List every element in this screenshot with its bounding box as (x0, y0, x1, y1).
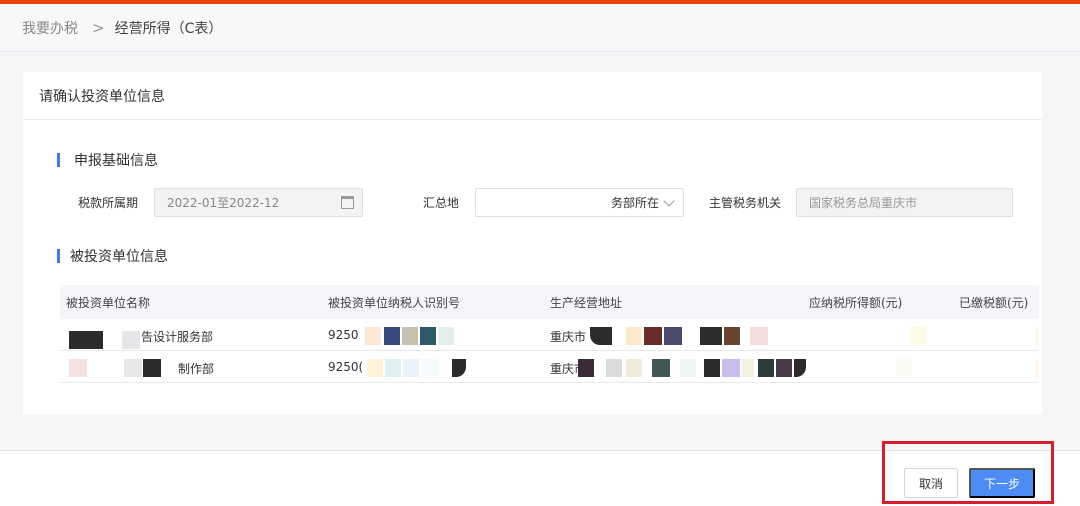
basic-info-section-title: 申报基础信息 (57, 150, 158, 170)
redaction-block (420, 327, 436, 345)
redaction-block (704, 359, 720, 377)
redaction-block (365, 327, 381, 345)
invest-info-section-title: 被投资单位信息 (57, 246, 168, 266)
period-label: 税款所属期 (78, 196, 139, 210)
section-bar-icon (57, 153, 60, 167)
redaction-block (143, 359, 161, 377)
row-tax-id: 9250 (328, 328, 359, 342)
redaction-block (578, 359, 594, 377)
calendar-icon (341, 196, 354, 209)
redaction-block (722, 359, 740, 377)
redaction-block (452, 359, 466, 377)
redaction-block (664, 327, 682, 345)
redaction-block (590, 327, 612, 345)
redaction-block (742, 359, 754, 377)
redaction-block (1035, 359, 1039, 377)
row-name: 制作部 (178, 362, 215, 376)
redaction-block (724, 327, 740, 345)
row-tax-id: 9250( (328, 360, 364, 374)
basic-info-title-text: 申报基础信息 (74, 153, 158, 169)
annotation-highlight-box (882, 441, 1054, 504)
summary-location-value: 务部所在 (610, 196, 659, 210)
redaction-block (438, 327, 454, 345)
redaction-block (122, 331, 140, 349)
col-header-taxable-income: 应纳税所得额(元) (809, 295, 903, 310)
tax-authority-value: 国家税务总局重庆市 (809, 196, 918, 210)
redaction-block (896, 359, 912, 377)
redaction-block (652, 359, 670, 377)
chevron-right-icon: > (92, 18, 105, 37)
redaction-block (644, 327, 662, 345)
summary-location-select[interactable]: 务部所在 (475, 188, 684, 217)
breadcrumb: 我要办税 > 经营所得（C表） (0, 4, 1080, 52)
invested-units-table: 被投资单位名称 被投资单位纳税人识别号 生产经营地址 应纳税所得额(元) 已缴税… (60, 285, 1039, 383)
redaction-block (750, 327, 768, 345)
invest-info-title-text: 被投资单位信息 (70, 249, 168, 265)
table-row[interactable]: 告设计服务部 9250 重庆市 (60, 319, 1039, 351)
redaction-block (700, 327, 722, 345)
redaction-block (626, 327, 642, 345)
col-header-name: 被投资单位名称 (66, 295, 151, 310)
redaction-block (69, 359, 87, 377)
redaction-block (385, 359, 401, 377)
row-name: 告设计服务部 (141, 330, 214, 344)
redaction-block (758, 359, 774, 377)
redaction-block (776, 359, 792, 377)
tax-authority-label: 主管税务机关 (709, 196, 782, 210)
redaction-block (403, 359, 419, 377)
col-header-paid-tax: 已缴税额(元) (959, 295, 1029, 310)
row-address: 重庆市 (550, 330, 587, 344)
redaction-block (367, 359, 383, 377)
redaction-block (402, 327, 418, 345)
table-header: 被投资单位名称 被投资单位纳税人识别号 生产经营地址 应纳税所得额(元) 已缴税… (60, 285, 1039, 319)
breadcrumb-current: 经营所得（C表） (114, 20, 223, 37)
redaction-block (910, 327, 926, 345)
period-value: 2022-01至2022-12 (167, 196, 280, 210)
tax-authority-field: 国家税务总局重庆市 (796, 188, 1013, 217)
redaction-block (606, 359, 622, 377)
card-title: 请确认投资单位信息 (23, 72, 1042, 120)
period-field[interactable]: 2022-01至2022-12 (154, 188, 363, 217)
redaction-block (422, 359, 438, 377)
redaction-block (124, 359, 142, 377)
redaction-block (626, 359, 642, 377)
col-header-tax-id: 被投资单位纳税人识别号 (328, 295, 461, 310)
summary-location-label: 汇总地 (423, 196, 460, 210)
redaction-block (794, 359, 806, 377)
redaction-block (384, 327, 400, 345)
table-row[interactable]: 制作部 9250( 重庆市 (60, 351, 1039, 383)
redaction-block (69, 331, 103, 349)
redaction-block (680, 359, 696, 377)
section-bar-icon (57, 249, 60, 263)
chevron-down-icon (663, 195, 675, 207)
investment-info-card: 请确认投资单位信息 申报基础信息 税款所属期 2022-01至2022-12 汇… (23, 72, 1042, 414)
breadcrumb-home-link[interactable]: 我要办税 (22, 18, 78, 38)
redaction-block (1035, 327, 1039, 345)
col-header-address: 生产经营地址 (550, 295, 623, 310)
